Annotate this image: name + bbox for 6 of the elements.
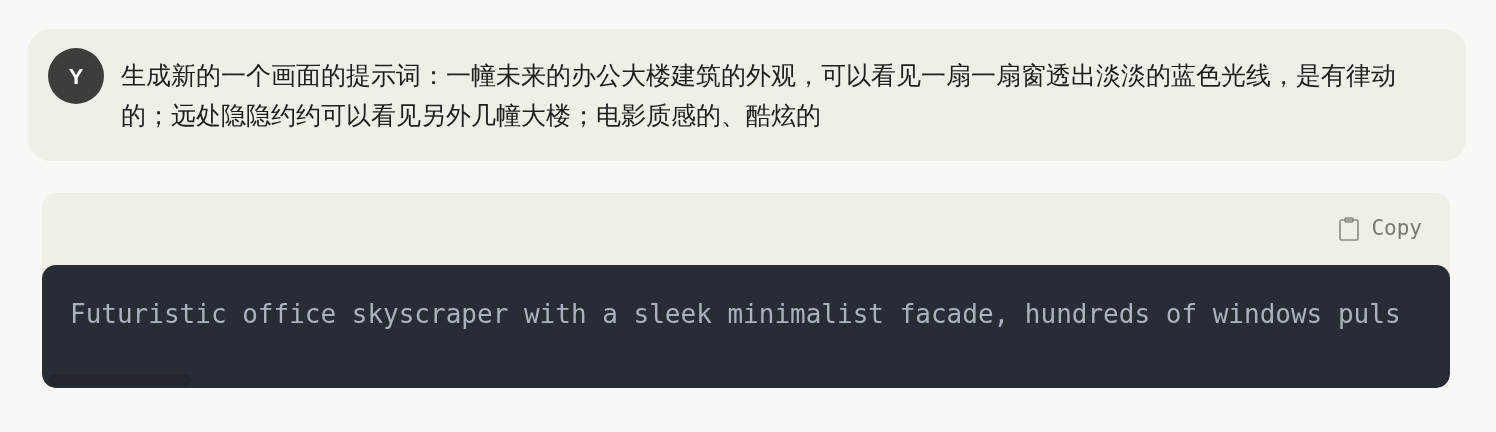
avatar: Y — [48, 48, 104, 104]
copy-button[interactable]: Copy — [1339, 213, 1422, 245]
code-text: Futuristic office skyscraper with a sleek minimalist facade, hundreds of windows puls — [70, 298, 1401, 331]
clipboard-icon — [1339, 217, 1360, 241]
message-text: 生成新的一个画面的提示词：一幢未来的办公大楼建筑的外观，可以看见一扇一扇窗透出淡淡的蓝色光线，是有律动的；远处隐隐约约可以看见另外几幢大楼；电影质感的、酷炫的 — [121, 60, 1397, 131]
scrollbar[interactable] — [48, 374, 192, 386]
